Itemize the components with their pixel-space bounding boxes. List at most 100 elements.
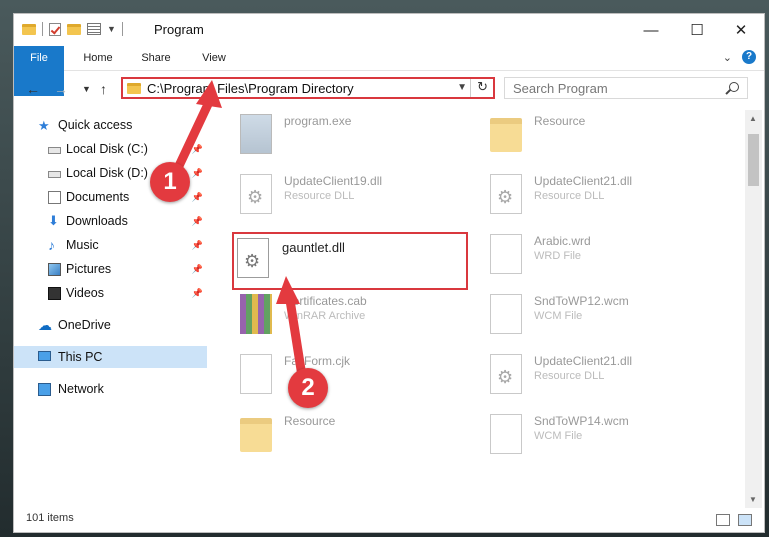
file-icon <box>490 414 522 454</box>
properties-check-icon[interactable] <box>49 22 61 36</box>
quick-access-toolbar: ▼ <box>22 22 123 36</box>
download-icon: ⬇ <box>48 213 59 228</box>
file-item-gauntlet-dll[interactable]: gauntlet.dll <box>232 232 468 290</box>
maximize-button[interactable]: ☐ <box>674 14 720 46</box>
folder-icon <box>127 83 141 94</box>
forward-arrow-icon[interactable]: → <box>54 81 68 97</box>
file-type: WinRAR Archive <box>284 310 366 322</box>
file-name: UpdateClient19.dll <box>284 174 383 188</box>
minimize-button[interactable]: — <box>628 14 674 46</box>
file-list: program.exe Resource UpdateClient19.dll … <box>222 110 745 508</box>
search-input[interactable]: Search Program <box>504 77 748 99</box>
computer-icon <box>38 351 51 361</box>
scroll-up-icon[interactable]: ▲ <box>749 114 757 123</box>
file-type: WCM File <box>534 310 583 322</box>
file-item[interactable]: FaxForm.cjk <box>222 350 462 400</box>
file-name: Certificates.cab <box>284 294 367 308</box>
item-count: 101 items <box>26 512 74 524</box>
file-item[interactable]: UpdateClient21.dll Resource DLL <box>472 350 712 400</box>
cloud-icon: ☁ <box>38 317 52 333</box>
expand-ribbon-icon[interactable]: ⌄ <box>723 51 732 64</box>
sidebar-item-videos[interactable]: Videos 📌 <box>14 282 207 304</box>
separator <box>121 22 123 36</box>
network-icon <box>38 383 51 396</box>
sidebar-item-local-disk-c[interactable]: Local Disk (C:) 📌 <box>14 138 207 160</box>
pin-icon: 📌 <box>191 216 203 226</box>
star-icon: ★ <box>38 118 50 133</box>
file-item[interactable]: SndToWP14.wcm WCM File <box>472 410 712 460</box>
sidebar-item-pictures[interactable]: Pictures 📌 <box>14 258 207 280</box>
help-icon[interactable]: ? <box>742 50 756 64</box>
file-item[interactable]: Resource <box>222 410 462 460</box>
file-type: WRD File <box>534 250 582 262</box>
details-view-icon[interactable] <box>716 514 730 526</box>
file-item[interactable]: Resource <box>472 110 712 160</box>
file-name: SndToWP14.wcm <box>534 414 629 428</box>
address-bar[interactable]: C:\Program Files\Program Directory ▼ ↻ <box>121 77 495 99</box>
pin-icon: 📌 <box>191 144 203 154</box>
sidebar-item-label: Local Disk (C:) <box>66 142 148 156</box>
file-name: SndToWP12.wcm <box>534 294 629 308</box>
videos-icon <box>48 287 61 300</box>
large-icons-view-icon[interactable] <box>738 514 752 526</box>
back-arrow-icon[interactable]: ← <box>26 81 40 97</box>
scroll-down-icon[interactable]: ▼ <box>749 495 757 504</box>
status-bar: 101 items <box>14 510 764 532</box>
refresh-icon[interactable]: ↻ <box>477 79 488 95</box>
title-bar: ▼ Program — ☐ ✕ <box>14 14 764 46</box>
sidebar-item-label: Downloads <box>66 214 128 228</box>
file-name: Arabic.wrd <box>534 234 591 248</box>
file-type: WCM File <box>534 430 583 442</box>
up-arrow-icon[interactable]: ↑ <box>100 81 107 97</box>
scrollbar-thumb[interactable] <box>748 134 759 186</box>
search-icon[interactable] <box>729 82 739 92</box>
ribbon: File Home Share View ⌄ ? <box>14 46 764 96</box>
folder-icon <box>490 118 522 152</box>
file-name: FaxForm.cjk <box>284 354 350 368</box>
folder-icon <box>240 418 272 452</box>
sidebar-item-network[interactable]: Network <box>14 378 207 400</box>
pin-icon: 📌 <box>191 240 203 250</box>
vertical-scrollbar[interactable]: ▲ ▼ <box>745 110 762 508</box>
sidebar-item-quick-access[interactable]: ★ Quick access <box>14 114 207 136</box>
chevron-down-icon[interactable]: ▼ <box>457 82 467 93</box>
recent-locations-icon[interactable]: ▼ <box>82 84 91 94</box>
dll-icon <box>490 174 522 214</box>
rar-icon <box>240 294 272 334</box>
tab-share[interactable]: Share <box>134 46 178 70</box>
file-icon <box>490 234 522 274</box>
sidebar-item-label: Network <box>58 382 104 396</box>
file-item[interactable]: Certificates.cab WinRAR Archive <box>222 290 462 340</box>
file-item[interactable]: program.exe <box>222 110 462 160</box>
tab-home[interactable]: Home <box>76 46 120 70</box>
pictures-icon <box>48 263 61 276</box>
sidebar-item-music[interactable]: ♪ Music 📌 <box>14 234 207 256</box>
file-item[interactable]: SndToWP12.wcm WCM File <box>472 290 712 340</box>
sidebar-item-label: Documents <box>66 190 130 204</box>
customize-toolbar-icon[interactable] <box>87 23 101 35</box>
pin-icon: 📌 <box>191 192 203 202</box>
chevron-down-icon[interactable]: ▼ <box>107 24 116 34</box>
file-name: Resource <box>284 414 336 428</box>
tab-view[interactable]: View <box>192 46 236 70</box>
pin-icon: 📌 <box>191 168 203 178</box>
close-button[interactable]: ✕ <box>718 14 764 46</box>
sidebar-item-downloads[interactable]: ⬇ Downloads 📌 <box>14 210 207 232</box>
dll-icon <box>237 238 269 278</box>
file-item[interactable]: UpdateClient19.dll Resource DLL <box>222 170 462 220</box>
file-name: program.exe <box>284 114 352 128</box>
file-name: UpdateClient21.dll <box>534 174 633 188</box>
file-name: gauntlet.dll <box>282 240 345 255</box>
address-path[interactable]: C:\Program Files\Program Directory <box>147 81 354 96</box>
sidebar-item-onedrive[interactable]: ☁ OneDrive <box>14 314 207 336</box>
file-item[interactable]: Arabic.wrd WRD File <box>472 230 712 280</box>
sidebar-item-label: Videos <box>66 286 104 300</box>
dll-icon <box>490 354 522 394</box>
sidebar-item-label: Pictures <box>66 262 112 276</box>
new-folder-icon[interactable] <box>67 23 81 35</box>
disk-icon <box>48 147 61 154</box>
exe-icon <box>240 114 272 154</box>
dll-icon <box>240 174 272 214</box>
sidebar-item-this-pc[interactable]: This PC <box>14 346 207 368</box>
file-item[interactable]: UpdateClient21.dll Resource DLL <box>472 170 712 220</box>
